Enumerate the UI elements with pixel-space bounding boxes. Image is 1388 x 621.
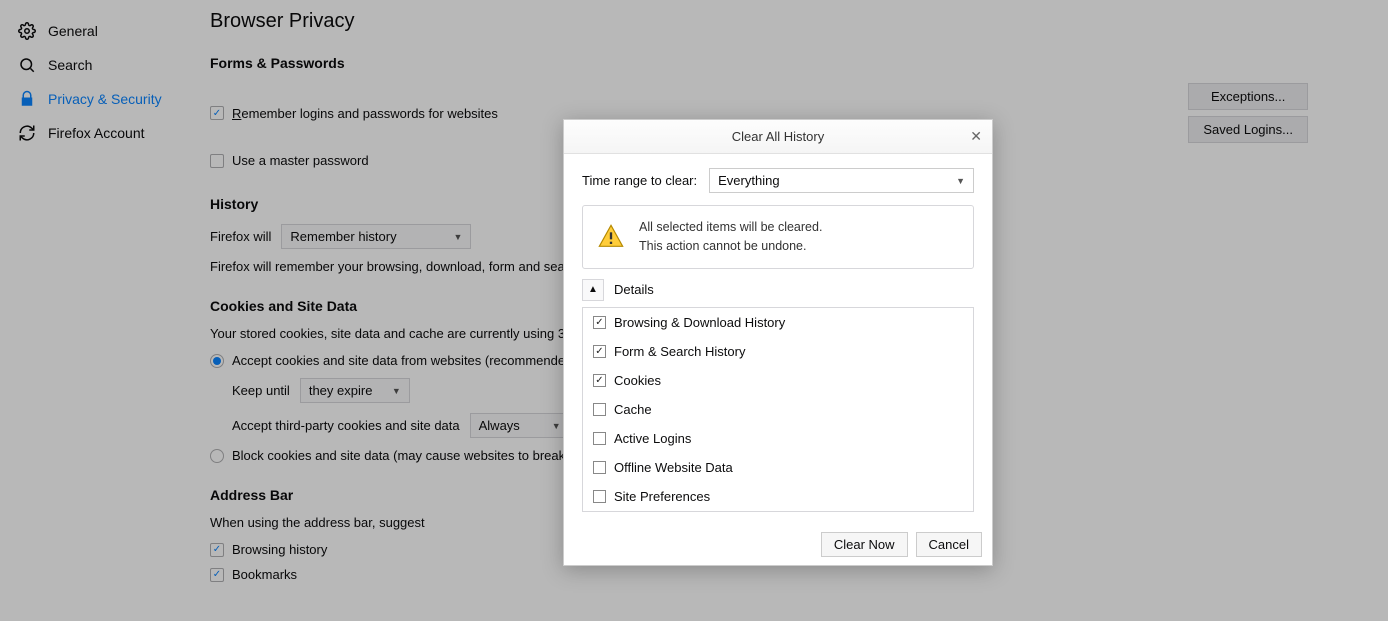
chevron-down-icon: ▼	[956, 176, 965, 186]
dialog-body: Time range to clear: Everything ▼ All se…	[564, 154, 992, 524]
checkbox[interactable]	[593, 316, 606, 329]
list-item[interactable]: Offline Website Data	[583, 453, 973, 482]
list-item[interactable]: Form & Search History	[583, 337, 973, 366]
time-range-label: Time range to clear:	[582, 173, 697, 188]
close-icon[interactable]: ✕	[970, 128, 982, 145]
dialog-title: Clear All History	[732, 129, 824, 144]
list-item[interactable]: Cache	[583, 395, 973, 424]
details-toggle[interactable]: ▲ Details	[582, 279, 974, 301]
list-item[interactable]: Site Preferences	[583, 482, 973, 511]
checkbox[interactable]	[593, 345, 606, 358]
details-list: Browsing & Download History Form & Searc…	[582, 307, 974, 512]
checkbox[interactable]	[593, 432, 606, 445]
time-range-value: Everything	[718, 173, 779, 188]
details-label: Details	[614, 282, 654, 297]
warning-box: All selected items will be cleared. This…	[582, 205, 974, 269]
checkbox[interactable]	[593, 374, 606, 387]
list-item[interactable]: Cookies	[583, 366, 973, 395]
warning-text: All selected items will be cleared. This…	[639, 218, 822, 256]
checkbox[interactable]	[593, 461, 606, 474]
list-item[interactable]: Active Logins	[583, 424, 973, 453]
chevron-up-icon: ▲	[582, 279, 604, 301]
time-range-select[interactable]: Everything ▼	[709, 168, 974, 193]
list-item[interactable]: Browsing & Download History	[583, 308, 973, 337]
time-range-row: Time range to clear: Everything ▼	[582, 168, 974, 193]
clear-now-button[interactable]: Clear Now	[821, 532, 908, 557]
clear-history-dialog: Clear All History ✕ Time range to clear:…	[563, 119, 993, 566]
checkbox[interactable]	[593, 490, 606, 503]
dialog-header: Clear All History ✕	[564, 120, 992, 154]
checkbox[interactable]	[593, 403, 606, 416]
warning-icon	[597, 223, 625, 251]
dialog-footer: Clear Now Cancel	[564, 524, 992, 565]
cancel-button[interactable]: Cancel	[916, 532, 982, 557]
